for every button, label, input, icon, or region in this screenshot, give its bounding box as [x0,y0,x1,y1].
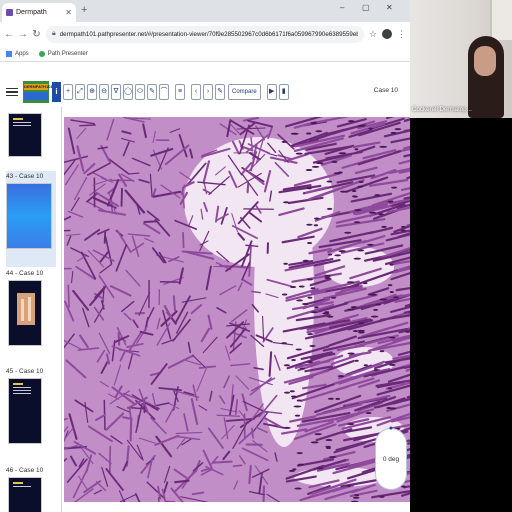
reload-icon[interactable]: ↻ [32,29,41,40]
info-button[interactable]: i [52,82,61,102]
slide-thumbnail-44[interactable]: 44 - Case 10 [6,270,56,346]
slide-thumb-image [6,183,52,249]
rotation-label: 0 deg [382,455,400,463]
list-button[interactable]: ≡ [175,84,185,100]
slide-thumbnail-45[interactable]: 45 - Case 10 [6,368,56,444]
address-bar: ← → ↻ 🔒︎ dermpath101.pathpresenter.net/#… [0,22,410,46]
viewer-toolbar: DERMPATH101 i + ⤢ ⊕ ⊖ ∇ ◯ ⬭ ✎ ⌒ ≡ ‹ › ✎ … [0,77,410,107]
zoom-in-tool-button[interactable]: ⊕ [87,84,97,100]
slide-thumb-image [8,280,42,346]
case-title: Case 10 [373,87,398,94]
maximize-button[interactable]: ▢ [362,3,370,12]
back-arrow-icon[interactable]: ← [4,29,14,40]
zoom-out-tool-button[interactable]: ⊖ [99,84,109,100]
participant-video [410,0,512,118]
slide-label: 46 - Case 10 [6,467,44,474]
slide-thumbnail-46[interactable]: 46 - Case 10 [6,467,56,512]
bookmarks-bar: Apps Path Presenter [0,46,410,62]
apps-grid-icon [6,50,12,57]
lock-icon: 🔒︎ [52,30,56,37]
tab-dermpath[interactable]: Dermpath ✕ [2,3,76,22]
next-slide-button[interactable]: › [203,84,213,100]
slide-label: 45 - Case 10 [6,368,44,375]
tab-close-icon[interactable]: ✕ [65,8,72,17]
url-text: dermpath101.pathpresenter.net/#/presenta… [59,30,358,38]
tab-title: Dermpath [16,9,47,16]
histology-image [64,117,410,502]
slide-thumbnail-43[interactable]: 43 - Case 10 [6,171,56,267]
participant-name: Cockerell Dermatop... [412,106,472,113]
close-window-button[interactable]: ✕ [386,3,393,12]
path-presenter-icon [38,50,45,57]
pen-tool-button[interactable]: ✎ [147,84,157,100]
edit-button[interactable]: ✎ [215,84,225,100]
logo-text: DERMPATH101 [24,84,53,90]
forward-arrow-icon[interactable]: → [18,29,28,40]
home-tool-button[interactable]: + [63,84,73,100]
menu-kebab-icon[interactable]: ⋮ [397,29,406,40]
slide-label: 43 - Case 10 [6,173,44,180]
circle-tool-button[interactable]: ◯ [123,84,133,100]
rotation-handle-icon[interactable]: ● [389,425,393,432]
slide-thumbnail-42[interactable] [6,113,56,157]
minimize-button[interactable]: – [340,3,344,12]
bookmark-label: Apps [15,50,29,57]
webcam-panel: Cockerell Dermatop... [410,0,512,512]
fullscreen-tool-button[interactable]: ⤢ [75,84,85,100]
slide-thumb-image [8,378,42,444]
star-icon[interactable]: ☆ [369,29,377,40]
slide-label: 44 - Case 10 [6,270,44,277]
slide-viewer-canvas[interactable] [64,117,410,502]
compare-button[interactable]: Compare [228,84,261,100]
tab-favicon-icon [6,9,13,16]
new-tab-button[interactable]: + [81,4,87,16]
slide-sidebar: 43 - Case 10 44 - Case 10 45 - Case 10 4… [0,107,62,512]
arc-tool-button[interactable]: ⌒ [159,84,169,100]
browser-window: Dermpath ✕ + – ▢ ✕ ← → ↻ 🔒︎ dermpath101.… [0,0,410,512]
bookmark-label: Path Presenter [47,50,88,57]
dermpath-logo: DERMPATH101 [23,81,53,103]
rotation-control[interactable]: ● 0 deg [375,425,407,490]
slide-thumb-image [8,477,42,512]
stop-button[interactable]: ▮ [278,84,289,100]
prev-slide-button[interactable]: ‹ [191,84,201,100]
bookmark-path-presenter[interactable]: Path Presenter [38,50,88,57]
slide-thumb-image [8,113,42,157]
play-button[interactable]: ▶ [266,84,277,100]
hamburger-menu-icon[interactable] [6,87,18,97]
profile-avatar[interactable] [382,29,392,39]
bookmark-apps[interactable]: Apps [6,50,29,57]
url-field[interactable]: 🔒︎ dermpath101.pathpresenter.net/#/prese… [46,25,364,43]
filter-tool-button[interactable]: ∇ [111,84,121,100]
ellipse-tool-button[interactable]: ⬭ [135,84,145,100]
tab-bar: Dermpath ✕ + – ▢ ✕ [0,0,410,22]
